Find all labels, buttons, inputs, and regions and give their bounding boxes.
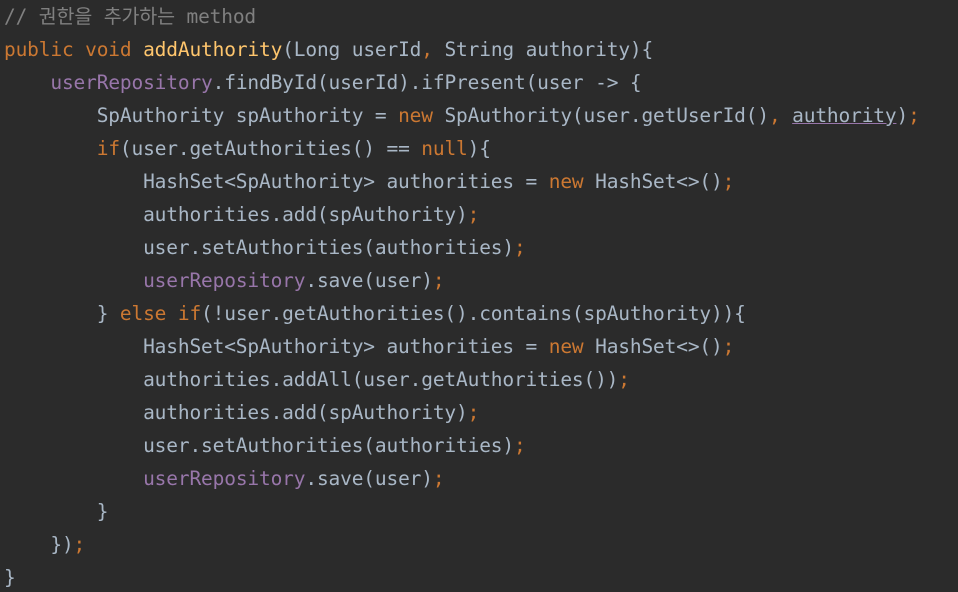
code-token: } xyxy=(4,302,120,325)
code-token: new xyxy=(398,104,445,127)
code-line[interactable]: HashSet<SpAuthority> authorities = new H… xyxy=(0,332,958,365)
code-token: ){ xyxy=(467,137,491,160)
code-token: userRepository xyxy=(143,269,306,292)
code-token: user.setAuthorities(authorities) xyxy=(4,236,514,259)
code-token: new xyxy=(548,170,596,193)
code-token: } xyxy=(4,500,109,523)
code-line[interactable]: } xyxy=(0,497,958,530)
code-token: null xyxy=(421,137,468,160)
code-line[interactable]: authorities.add(spAuthority); xyxy=(0,200,958,233)
code-line[interactable]: // 권한을 추가하는 method xyxy=(0,2,958,35)
code-token: .save(user) xyxy=(305,269,433,292)
code-token: (user.getAuthorities() == xyxy=(119,137,422,160)
code-token: , xyxy=(768,104,793,127)
code-token: HashSet<SpAuthority> authorities = xyxy=(4,170,549,193)
code-token: HashSet<>() xyxy=(595,170,723,193)
code-token: ; xyxy=(467,203,480,226)
code-token: .save(user) xyxy=(305,467,433,490)
code-line[interactable]: if(user.getAuthorities() == null){ xyxy=(0,134,958,167)
code-token: userRepository xyxy=(50,71,213,94)
code-token: ; xyxy=(73,533,86,556)
code-line[interactable]: user.setAuthorities(authorities); xyxy=(0,233,958,266)
code-token: HashSet<>() xyxy=(595,335,723,358)
code-token: , xyxy=(421,38,445,61)
code-line[interactable]: SpAuthority spAuthority = new SpAuthorit… xyxy=(0,101,958,134)
code-token: new xyxy=(548,335,596,358)
code-line[interactable]: userRepository.save(user); xyxy=(0,464,958,497)
code-token: ; xyxy=(513,434,526,457)
code-token: userRepository xyxy=(143,467,306,490)
code-token: String authority){ xyxy=(444,38,654,61)
code-token: SpAuthority spAuthority = xyxy=(4,104,399,127)
code-line[interactable]: user.setAuthorities(authorities); xyxy=(0,431,958,464)
code-line[interactable]: HashSet<SpAuthority> authorities = new H… xyxy=(0,167,958,200)
code-token: authorities.addAll(user.getAuthorities()… xyxy=(4,368,619,391)
code-token: ; xyxy=(618,368,630,391)
code-token: authorities.add(spAuthority) xyxy=(4,203,468,226)
code-token: // 권한을 추가하는 method xyxy=(4,5,257,28)
code-token: } xyxy=(4,566,16,589)
code-token: ; xyxy=(432,467,445,490)
code-token: SpAuthority(user.getUserId() xyxy=(444,104,769,127)
code-token: ; xyxy=(722,170,735,193)
code-token: if xyxy=(96,137,120,160)
code-line[interactable]: authorities.add(spAuthority); xyxy=(0,398,958,431)
code-token: addAuthority xyxy=(143,38,283,61)
code-token: ; xyxy=(722,335,735,358)
code-token: (!user.getAuthorities().contains(spAutho… xyxy=(201,302,746,325)
code-line[interactable]: authorities.addAll(user.getAuthorities()… xyxy=(0,365,958,398)
code-token: ; xyxy=(467,401,480,424)
code-token: else if xyxy=(119,302,202,325)
code-line[interactable]: }); xyxy=(0,530,958,563)
code-token: }) xyxy=(4,533,74,556)
code-line[interactable]: userRepository.findById(userId).ifPresen… xyxy=(0,68,958,101)
code-line[interactable]: public void addAuthority(Long userId, St… xyxy=(0,35,958,68)
code-token: (Long userId xyxy=(282,38,422,61)
code-line[interactable]: userRepository.save(user); xyxy=(0,266,958,299)
code-token: ; xyxy=(513,236,526,259)
code-line[interactable]: } else if(!user.getAuthorities().contain… xyxy=(0,299,958,332)
code-token: ; xyxy=(908,104,920,127)
code-editor[interactable]: // 권한을 추가하는 method public void addAuthori… xyxy=(0,0,958,592)
code-token: .findById(userId).ifPresent(user -> { xyxy=(212,71,642,94)
code-token: authority xyxy=(792,104,897,127)
code-token: user.setAuthorities(authorities) xyxy=(4,434,514,457)
code-line[interactable]: } xyxy=(0,563,958,592)
code-token: HashSet<SpAuthority> authorities = xyxy=(4,335,549,358)
code-token: authorities.add(spAuthority) xyxy=(4,401,468,424)
code-token: public void xyxy=(4,38,144,61)
code-token: ) xyxy=(896,104,909,127)
code-token: ; xyxy=(432,269,445,292)
